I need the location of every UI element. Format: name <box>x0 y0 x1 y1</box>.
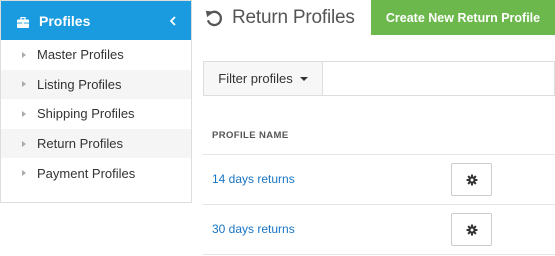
chevron-left-icon <box>169 15 176 26</box>
filter-profiles-label: Filter profiles <box>218 71 293 86</box>
filter-bar: Filter profiles <box>203 61 555 96</box>
caret-right-icon <box>22 81 26 88</box>
filter-profiles-dropdown[interactable]: Filter profiles <box>204 62 323 95</box>
caret-right-icon <box>22 51 26 58</box>
page-header: Return Profiles <box>204 0 355 35</box>
caret-right-icon <box>22 110 26 117</box>
sidebar-item-listing-profiles[interactable]: Listing Profiles <box>1 69 191 100</box>
sidebar-item-label: Master Profiles <box>37 47 124 63</box>
sidebar-item-label: Shipping Profiles <box>37 106 135 122</box>
column-header-profile-name: PROFILE NAME <box>212 130 289 141</box>
row-settings-button[interactable] <box>451 213 492 246</box>
profile-link-14-days-returns[interactable]: 14 days returns <box>212 172 295 186</box>
sidebar-title: Profiles <box>39 12 91 29</box>
sidebar-collapse-button[interactable] <box>155 1 191 40</box>
undo-icon <box>204 8 224 28</box>
caret-right-icon <box>22 140 26 147</box>
table-row-divider <box>203 204 555 205</box>
create-new-return-profile-button[interactable]: Create New Return Profile <box>371 0 555 35</box>
sidebar-item-label: Listing Profiles <box>37 76 122 92</box>
sidebar-menu: Master Profiles Listing Profiles Shippin… <box>1 40 191 188</box>
gear-icon <box>466 224 477 235</box>
sidebar-header: Profiles <box>1 1 191 40</box>
row-settings-button[interactable] <box>451 163 492 196</box>
sidebar-item-return-profiles[interactable]: Return Profiles <box>1 128 191 159</box>
table-row-divider <box>203 254 555 255</box>
caret-right-icon <box>22 170 26 177</box>
sidebar-item-master-profiles[interactable]: Master Profiles <box>1 40 191 70</box>
profile-link-30-days-returns[interactable]: 30 days returns <box>212 222 295 236</box>
gear-icon <box>466 174 477 185</box>
filter-input[interactable] <box>323 62 554 95</box>
caret-down-icon <box>299 76 308 81</box>
app-root: Profiles Master Profiles Listing Profile… <box>0 0 555 256</box>
sidebar: Profiles Master Profiles Listing Profile… <box>0 0 192 203</box>
table-divider <box>203 154 555 155</box>
sidebar-item-payment-profiles[interactable]: Payment Profiles <box>1 158 191 188</box>
sidebar-item-label: Payment Profiles <box>37 165 136 181</box>
sidebar-item-shipping-profiles[interactable]: Shipping Profiles <box>1 99 191 129</box>
briefcase-icon <box>17 15 29 28</box>
page-title: Return Profiles <box>232 6 355 28</box>
sidebar-item-label: Return Profiles <box>37 136 123 152</box>
